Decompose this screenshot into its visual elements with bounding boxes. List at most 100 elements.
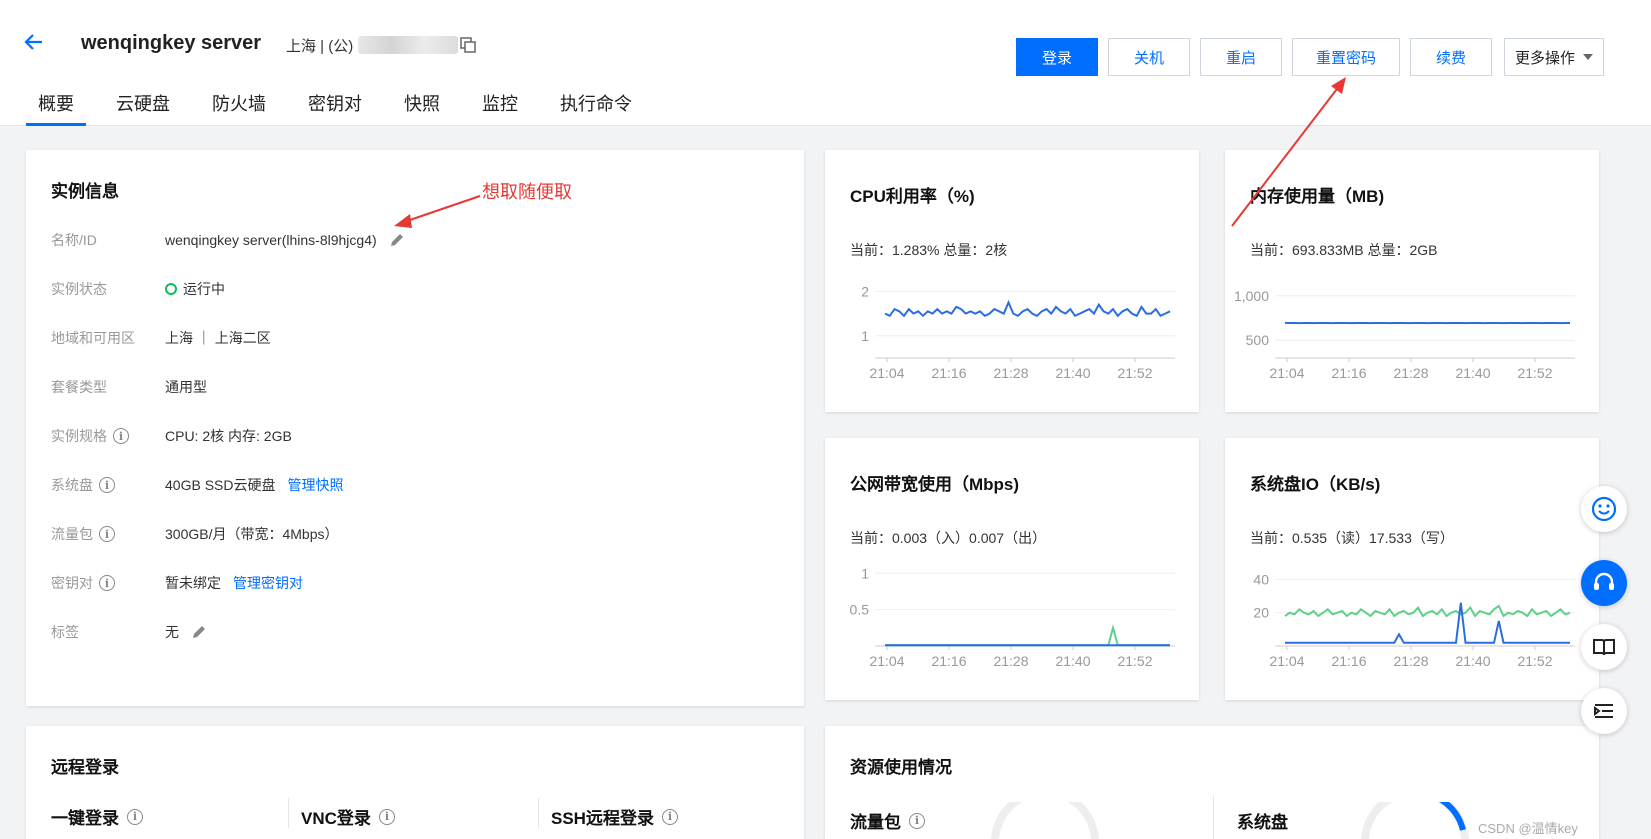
info-row-keypair: 密钥对 i 暂未绑定 管理密钥对 bbox=[51, 573, 303, 593]
vnc-login[interactable]: VNC登录 i bbox=[301, 804, 395, 829]
x-tick-label: 21:40 bbox=[1455, 365, 1490, 381]
arrow-left-icon[interactable] bbox=[22, 30, 46, 54]
x-tick-label: 21:16 bbox=[1331, 365, 1366, 381]
more-actions-dropdown[interactable]: 更多操作 bbox=[1504, 38, 1604, 76]
manage-keypair-link[interactable]: 管理密钥对 bbox=[233, 573, 303, 593]
info-row-spec: 实例规格 i CPU: 2核 内存: 2GB bbox=[51, 426, 292, 446]
tab-overview[interactable]: 概要 bbox=[26, 90, 86, 126]
info-value-group: 40GB SSD云硬盘 管理快照 bbox=[165, 475, 343, 495]
x-tick-label: 21:52 bbox=[1517, 653, 1552, 669]
tab-firewall[interactable]: 防火墙 bbox=[200, 90, 278, 126]
more-actions-label: 更多操作 bbox=[1514, 49, 1575, 67]
tab-run-command[interactable]: 执行命令 bbox=[548, 90, 644, 126]
one-click-login-label: 一键登录 bbox=[51, 809, 119, 828]
spec-value: CPU: 2核 内存: 2GB bbox=[165, 428, 292, 444]
copy-icon[interactable] bbox=[460, 37, 476, 53]
package-value: 通用型 bbox=[165, 379, 207, 395]
disk-value: 40GB SSD云硬盘 bbox=[165, 477, 276, 493]
bandwidth-chart-card: 公网带宽使用（Mbps) 当前：0.003（入）0.007（出） 1 0.5 21:… bbox=[825, 438, 1199, 700]
headset-icon bbox=[1594, 572, 1614, 590]
disk-io-chart-card: 系统盘IO（KB/s) 当前：0.535（读）17.533（写） 40 20 21:… bbox=[1225, 438, 1599, 700]
divider bbox=[538, 798, 539, 828]
collapse-menu-button[interactable] bbox=[1581, 688, 1627, 734]
support-button[interactable] bbox=[1581, 560, 1627, 606]
y-tick-label: 20 bbox=[1253, 605, 1269, 621]
info-value-group: 无 bbox=[165, 622, 207, 642]
remote-login-title: 远程登录 bbox=[51, 758, 119, 777]
watermark: CSDN @温情key bbox=[1478, 821, 1578, 836]
y-tick-label: 1 bbox=[861, 565, 869, 581]
pencil-icon[interactable] bbox=[389, 232, 405, 248]
system-disk-usage-label: 系统盘 bbox=[1237, 813, 1288, 832]
renew-button[interactable]: 续费 bbox=[1410, 38, 1492, 76]
one-click-login[interactable]: 一键登录 i bbox=[51, 804, 143, 829]
tags-value: 无 bbox=[165, 624, 179, 640]
info-icon[interactable]: i bbox=[661, 808, 678, 825]
manage-snapshot-link[interactable]: 管理快照 bbox=[287, 475, 343, 495]
traffic-usage-label: 流量包 bbox=[850, 813, 901, 832]
x-tick-label: 21:52 bbox=[1517, 365, 1552, 381]
smile-feedback-button[interactable] bbox=[1581, 486, 1627, 532]
traffic-usage-label-group: 流量包 i bbox=[850, 808, 925, 833]
info-value-group: 暂未绑定 管理密钥对 bbox=[165, 573, 303, 593]
x-tick-label: 21:40 bbox=[1455, 653, 1490, 669]
series-line bbox=[884, 299, 1171, 318]
info-label: 实例状态 bbox=[51, 281, 107, 297]
x-tick-label: 21:28 bbox=[1393, 365, 1428, 381]
instance-name-value: wenqingkey server(lhins-8l9hjcg4) bbox=[165, 232, 377, 248]
info-icon[interactable]: i bbox=[378, 808, 395, 825]
x-tick-label: 21:28 bbox=[1393, 653, 1428, 669]
info-icon[interactable]: i bbox=[99, 526, 115, 542]
x-tick-label: 21:04 bbox=[1269, 365, 1304, 381]
x-tick-label: 21:16 bbox=[931, 653, 966, 669]
info-icon[interactable]: i bbox=[99, 477, 115, 493]
tab-monitor[interactable]: 监控 bbox=[470, 90, 530, 126]
x-tick-label: 21:16 bbox=[931, 365, 966, 381]
info-icon[interactable]: i bbox=[99, 575, 115, 591]
divider bbox=[288, 798, 289, 828]
info-row-disk: 系统盘 i 40GB SSD云硬盘 管理快照 bbox=[51, 475, 343, 495]
series-line bbox=[885, 623, 1170, 647]
series-line bbox=[1284, 604, 1571, 618]
instance-info-title: 实例信息 bbox=[51, 182, 119, 201]
info-label: 流量包 bbox=[51, 526, 93, 542]
info-row-traffic: 流量包 i 300GB/月（带宽：4Mbps） bbox=[51, 524, 339, 544]
info-label: 系统盘 bbox=[51, 477, 93, 493]
info-icon[interactable]: i bbox=[127, 808, 143, 825]
restart-button[interactable]: 重启 bbox=[1200, 38, 1282, 76]
system-disk-gauge bbox=[1361, 802, 1469, 839]
region-value: 上海 ｜ 上海二区 bbox=[165, 330, 271, 346]
reset-password-button[interactable]: 重置密码 bbox=[1292, 38, 1400, 76]
y-tick-label: 0.5 bbox=[850, 602, 870, 618]
x-tick-label: 21:52 bbox=[1117, 365, 1152, 381]
status-value: 运行中 bbox=[183, 281, 225, 297]
chart-title: 系统盘IO（KB/s) bbox=[1250, 475, 1381, 494]
status-running-icon bbox=[165, 283, 177, 295]
info-label-group: 系统盘 i bbox=[51, 475, 165, 495]
info-value-group: wenqingkey server(lhins-8l9hjcg4) bbox=[165, 232, 405, 248]
memory-chart-card: 内存使用量（MB) 当前：693.833MB 总量：2GB 1,000 500 21… bbox=[1225, 150, 1599, 412]
instance-info-card: 实例信息 名称/ID wenqingkey server(lhins-8l9hj… bbox=[26, 150, 804, 706]
pencil-icon[interactable] bbox=[191, 624, 207, 640]
info-label: 名称/ID bbox=[51, 232, 97, 248]
y-tick-label: 2 bbox=[861, 283, 869, 299]
x-tick-label: 21:52 bbox=[1117, 653, 1152, 669]
menu-collapse-icon bbox=[1594, 704, 1613, 718]
tab-keypair[interactable]: 密钥对 bbox=[296, 90, 374, 126]
y-tick-label: 1 bbox=[861, 328, 869, 344]
info-label: 地域和可用区 bbox=[51, 330, 135, 346]
login-button[interactable]: 登录 bbox=[1016, 38, 1098, 76]
chart-title: 内存使用量（MB) bbox=[1250, 187, 1385, 206]
x-tick-label: 21:16 bbox=[1331, 653, 1366, 669]
info-icon[interactable]: i bbox=[909, 812, 925, 829]
ssh-login[interactable]: SSH远程登录 i bbox=[551, 804, 678, 829]
info-label-group: 密钥对 i bbox=[51, 573, 165, 593]
docs-button[interactable] bbox=[1581, 624, 1627, 670]
tab-snapshot[interactable]: 快照 bbox=[392, 90, 452, 126]
info-value-group: 运行中 bbox=[165, 279, 225, 299]
x-tick-label: 21:28 bbox=[993, 365, 1028, 381]
shutdown-button[interactable]: 关机 bbox=[1108, 38, 1190, 76]
tab-cloud-disk[interactable]: 云硬盘 bbox=[104, 90, 182, 126]
disk-io-chart: 40 20 21:04 21:16 21:28 21:40 21:52 bbox=[1253, 571, 1575, 669]
info-icon[interactable]: i bbox=[113, 428, 129, 444]
